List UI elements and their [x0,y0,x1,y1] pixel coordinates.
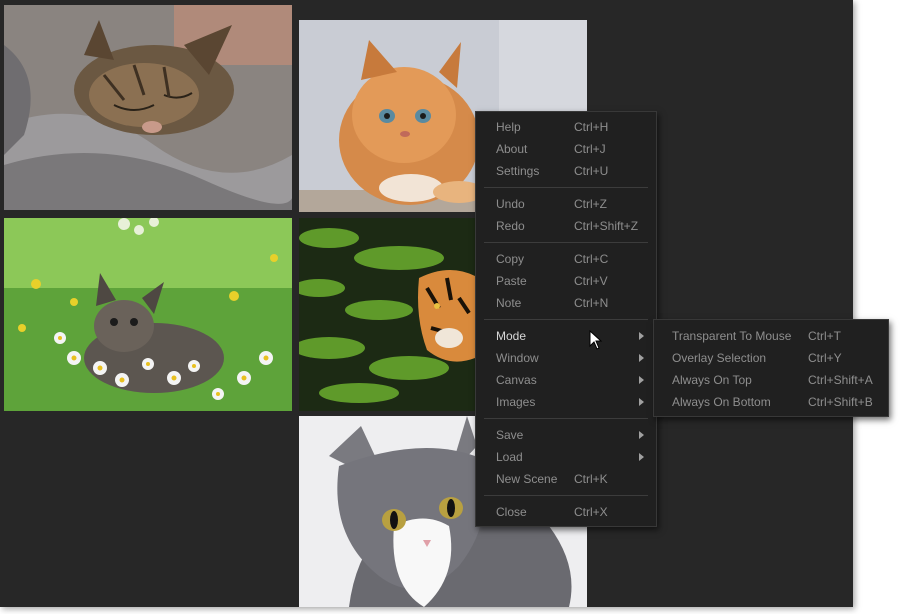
menu-item-shortcut: Ctrl+Shift+A [808,373,873,387]
menu-item-images[interactable]: Images [476,391,656,413]
menu-item-new-scene[interactable]: New Scene Ctrl+K [476,468,656,490]
menu-item-label: Note [496,296,522,310]
menu-item-shortcut: Ctrl+X [574,505,608,519]
menu-item-shortcut: Ctrl+K [574,472,608,486]
image-sleeping-tabby-kitten[interactable] [4,5,292,210]
menu-item-note[interactable]: Note Ctrl+N [476,292,656,314]
submenu-item-always-on-top[interactable]: Always On Top Ctrl+Shift+A [654,369,888,391]
menu-separator [484,418,648,419]
image-kitten-in-daisies[interactable] [4,218,292,411]
menu-item-undo[interactable]: Undo Ctrl+Z [476,193,656,215]
menu-item-mode[interactable]: Mode [476,325,656,347]
menu-item-label: Paste [496,274,527,288]
menu-item-label: Settings [496,164,540,178]
menu-separator [484,319,648,320]
menu-item-label: About [496,142,528,156]
menu-item-paste[interactable]: Paste Ctrl+V [476,270,656,292]
menu-item-shortcut: Ctrl+C [574,252,609,266]
menu-item-shortcut: Ctrl+J [574,142,606,156]
chevron-right-icon [639,431,644,439]
menu-item-label: Always On Top [672,373,752,387]
menu-item-about[interactable]: About Ctrl+J [476,138,656,160]
menu-item-label: Save [496,428,524,442]
menu-item-shortcut: Ctrl+Z [574,197,607,211]
menu-item-shortcut: Ctrl+U [574,164,609,178]
chevron-right-icon [639,354,644,362]
menu-separator [484,495,648,496]
menu-item-save[interactable]: Save [476,424,656,446]
menu-item-label: Copy [496,252,525,266]
menu-item-shortcut: Ctrl+T [808,329,841,343]
menu-item-close[interactable]: Close Ctrl+X [476,501,656,523]
image-canvas[interactable]: Help Ctrl+H About Ctrl+J Settings Ctrl+U… [0,0,889,607]
menu-item-shortcut: Ctrl+H [574,120,609,134]
submenu-item-overlay-selection[interactable]: Overlay Selection Ctrl+Y [654,347,888,369]
chevron-right-icon [639,453,644,461]
menu-separator [484,242,648,243]
menu-item-label: Canvas [496,373,537,387]
mouse-pointer-icon [589,330,603,350]
menu-item-copy[interactable]: Copy Ctrl+C [476,248,656,270]
menu-item-canvas[interactable]: Canvas [476,369,656,391]
chevron-right-icon [639,376,644,384]
menu-item-settings[interactable]: Settings Ctrl+U [476,160,656,182]
menu-item-shortcut: Ctrl+N [574,296,609,310]
menu-item-window[interactable]: Window [476,347,656,369]
menu-item-shortcut: Ctrl+Shift+Z [574,219,639,233]
menu-item-help[interactable]: Help Ctrl+H [476,116,656,138]
menu-item-label: Help [496,120,521,134]
context-menu: Help Ctrl+H About Ctrl+J Settings Ctrl+U… [475,111,657,527]
menu-item-label: New Scene [496,472,558,486]
mode-submenu: Transparent To Mouse Ctrl+T Overlay Sele… [653,319,889,417]
menu-item-label: Images [496,395,536,409]
chevron-right-icon [639,398,644,406]
menu-item-label: Mode [496,329,527,343]
menu-item-label: Always On Bottom [672,395,771,409]
chevron-right-icon [639,332,644,340]
menu-item-label: Redo [496,219,525,233]
menu-item-shortcut: Ctrl+Y [808,351,842,365]
menu-item-shortcut: Ctrl+Shift+B [808,395,873,409]
submenu-item-transparent-to-mouse[interactable]: Transparent To Mouse Ctrl+T [654,325,888,347]
menu-item-shortcut: Ctrl+V [574,274,608,288]
menu-item-redo[interactable]: Redo Ctrl+Shift+Z [476,215,656,237]
menu-item-label: Transparent To Mouse [672,329,792,343]
menu-item-label: Overlay Selection [672,351,767,365]
menu-separator [484,187,648,188]
menu-item-label: Undo [496,197,525,211]
menu-item-load[interactable]: Load [476,446,656,468]
image-tiger-in-water[interactable] [299,218,475,411]
menu-item-label: Window [496,351,539,365]
menu-item-label: Close [496,505,527,519]
submenu-item-always-on-bottom[interactable]: Always On Bottom Ctrl+Shift+B [654,391,888,413]
menu-item-label: Load [496,450,523,464]
